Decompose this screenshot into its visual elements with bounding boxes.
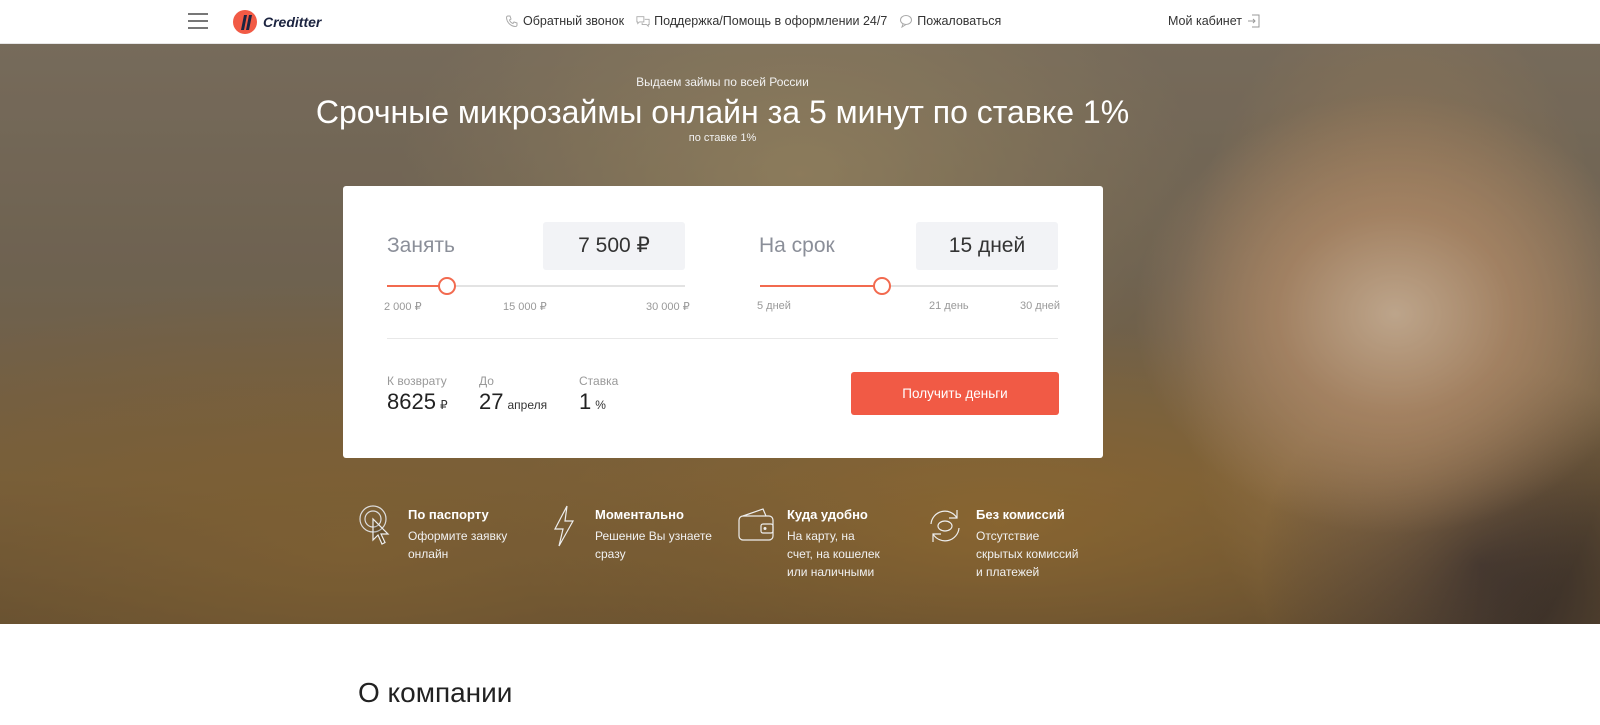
feature-no-fees: Без комиссий Отсутствие скрытых комиссий… [926,504,1086,581]
hero-subtitle: Выдаем займы по всей России [636,75,809,89]
nav-callback-label: Обратный звонок [523,14,625,28]
logo-text: Creditter [263,14,322,30]
feature-title: Без комиссий [976,507,1065,522]
rate-number: 1 [579,389,592,414]
hero-title-sub: по ставке 1% [688,132,757,144]
feature-text: На карту, на счет, на кошелек или наличн… [787,529,880,579]
refresh-icon [930,510,960,542]
lightning-icon [554,505,575,547]
rate-unit: % [595,398,606,412]
until-label: До [479,374,494,388]
feature-title: По паспорту [408,507,489,522]
feature-passport: По паспорту Оформите заявку онлайн [358,504,518,563]
amount-slider-thumb[interactable] [437,277,456,295]
comment-icon [900,15,913,28]
feature-text: Решение Вы узнаете сразу [595,529,712,561]
phone-icon [505,15,518,28]
feature-convenient: Куда удобно На карту, на счет, на кошеле… [737,504,882,581]
rate-label: Ставка [579,374,619,388]
amount-slider[interactable] [387,277,685,295]
calc-divider [387,338,1058,339]
feature-text: Отсутствие скрытых комиссий и платежей [976,529,1079,579]
term-tick-max: 30 дней [1020,300,1061,312]
return-label: К возврату [387,374,447,388]
loan-calculator: Занять 7 500 ₽ 2 000 ₽ 15 000 ₽ 30 000 ₽… [343,186,1103,458]
return-value: 8625 ₽ [387,389,448,415]
nav-complain[interactable]: Пожаловаться [899,14,1001,28]
until-value: 27 апреля [479,389,547,415]
rate-value: 1% [579,389,606,415]
feature-instant: Моментально Решение Вы узнаете сразу [545,504,715,563]
term-tick-mid: 21 день [929,300,969,312]
top-nav: Обратный звонок Поддержка/Помощь в оформ… [505,14,1001,28]
term-tick-min: 5 дней [757,300,791,312]
feature-title: Моментально [595,507,684,522]
menu-icon[interactable] [188,13,208,29]
return-unit: ₽ [439,398,448,412]
amount-label: Занять [387,234,455,257]
feature-text: Оформите заявку онлайн [408,529,508,561]
login-icon [1247,14,1260,28]
cabinet-label: Мой кабинет [1168,14,1242,28]
get-money-button[interactable]: Получить деньги [851,372,1059,415]
term-slider[interactable] [760,277,1058,295]
amount-value[interactable]: 7 500 ₽ [543,222,685,270]
amount-tick-mid: 15 000 ₽ [503,301,547,313]
amount-tick-min: 2 000 ₽ [384,301,422,313]
term-label: На срок [759,234,835,257]
cabinet-link[interactable]: Мой кабинет [1168,14,1260,28]
wallet-icon [738,508,774,541]
feature-title: Куда удобно [787,507,868,522]
amount-tick-max: 30 000 ₽ [646,301,690,313]
hero-section: Выдаем займы по всей России Срочные микр… [0,44,1600,624]
site-header: Creditter Обратный звонок Поддержка/Помо… [0,0,1600,44]
hero-title: Срочные микрозаймы онлайн за 5 минут по … [315,94,1130,130]
term-slider-thumb[interactable] [873,277,892,295]
nav-support-label: Поддержка/Помощь в оформлении 24/7 [654,14,888,28]
nav-support[interactable]: Поддержка/Помощь в оформлении 24/7 [636,14,887,28]
pointer-click-icon [359,505,390,545]
chat-icon [636,16,650,28]
return-amount: 8625 [387,389,436,414]
nav-callback[interactable]: Обратный звонок [505,14,624,28]
term-value[interactable]: 15 дней [916,222,1058,270]
logo[interactable]: Creditter [232,9,321,35]
nav-complain-label: Пожаловаться [917,14,1002,28]
about-heading: О компании [358,677,513,708]
logo-icon [233,10,257,34]
until-day: 27 [479,389,504,414]
until-month: апреля [507,398,548,412]
term-slider-fill [760,285,883,287]
